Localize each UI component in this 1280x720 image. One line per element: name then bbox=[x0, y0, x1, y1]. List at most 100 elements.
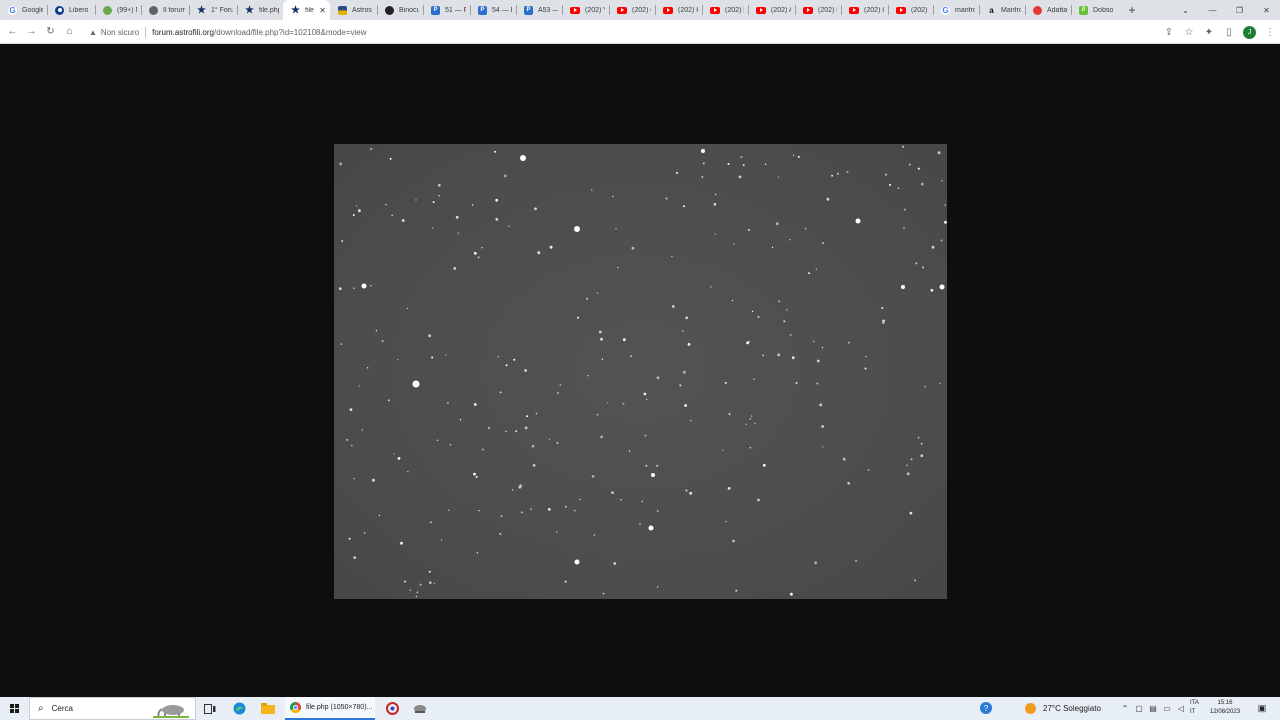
tab[interactable]: P 51 — F bbox=[423, 0, 470, 20]
reload-button[interactable]: ↻ bbox=[41, 22, 60, 42]
star bbox=[753, 378, 755, 380]
star bbox=[789, 239, 791, 241]
tray-overflow-icon[interactable]: ⌃ bbox=[1118, 704, 1132, 713]
tab-title: Adatta bbox=[1047, 6, 1067, 14]
star bbox=[881, 307, 884, 309]
tab[interactable]: Libero bbox=[47, 0, 95, 20]
weather-widget[interactable]: 27°C Soleggiato bbox=[1025, 697, 1101, 720]
tab[interactable]: Adatta bbox=[1025, 0, 1071, 20]
tab-search-icon[interactable]: ⌄ bbox=[1172, 0, 1199, 20]
network-icon[interactable]: ▭ bbox=[1160, 704, 1174, 713]
star bbox=[612, 195, 614, 198]
tab[interactable]: a Manfro bbox=[979, 0, 1025, 20]
star bbox=[515, 430, 518, 433]
tab[interactable]: G Google bbox=[0, 0, 47, 20]
star bbox=[630, 355, 633, 358]
star bbox=[683, 205, 686, 208]
task-view-icon[interactable] bbox=[200, 697, 220, 720]
file-explorer-icon[interactable] bbox=[258, 697, 278, 720]
tab[interactable]: Il forum bbox=[141, 0, 189, 20]
star bbox=[478, 509, 480, 512]
star bbox=[815, 268, 817, 270]
clock[interactable]: 15:16 12/08/2023 bbox=[1210, 699, 1240, 717]
restore-button[interactable]: ❐ bbox=[1226, 0, 1253, 20]
tray-app-icon[interactable]: ▢ bbox=[1132, 704, 1146, 713]
star bbox=[372, 478, 375, 482]
star bbox=[353, 478, 355, 480]
star bbox=[902, 145, 904, 148]
tab[interactable]: Gmanfro bbox=[933, 0, 979, 20]
tab[interactable]: (202) 2 bbox=[888, 0, 933, 20]
star bbox=[407, 470, 409, 473]
star bbox=[816, 382, 819, 385]
tab[interactable]: (202) A bbox=[748, 0, 795, 20]
back-button[interactable]: ← bbox=[3, 22, 22, 42]
browser-menu-icon[interactable]: ⋮ bbox=[1260, 22, 1280, 42]
star-field-graphic bbox=[338, 145, 947, 598]
profile-avatar[interactable]: J bbox=[1243, 25, 1256, 39]
taskbar-search[interactable]: ⌕ Cerca bbox=[29, 697, 196, 720]
url-text[interactable]: forum.astrofili.org/download/file.php?id… bbox=[152, 28, 366, 37]
tab-title: 54 — F bbox=[492, 6, 512, 14]
app-icon[interactable] bbox=[382, 697, 402, 720]
star bbox=[473, 403, 477, 406]
bookmark-star-icon[interactable]: ☆ bbox=[1179, 22, 1199, 42]
tab[interactable]: (99+) M bbox=[95, 0, 141, 20]
star bbox=[459, 419, 462, 421]
tab[interactable]: (202) H bbox=[702, 0, 748, 20]
youtube-icon bbox=[663, 6, 673, 14]
star bbox=[601, 358, 604, 360]
tab-active[interactable]: ★ file. ✕ bbox=[283, 0, 330, 20]
share-icon[interactable]: ⇪ bbox=[1159, 22, 1179, 42]
tab[interactable]: ★ 1° Foru bbox=[189, 0, 237, 20]
star bbox=[909, 511, 913, 515]
tray-app-icon[interactable]: ▤ bbox=[1146, 704, 1160, 713]
help-icon[interactable]: ? bbox=[980, 702, 992, 714]
close-window-button[interactable]: ✕ bbox=[1253, 0, 1280, 20]
security-label[interactable]: Non sicuro bbox=[101, 28, 139, 37]
tab[interactable]: P 54 — F bbox=[470, 0, 516, 20]
tab[interactable]: ★ file.php bbox=[237, 0, 283, 20]
extensions-icon[interactable]: ✦ bbox=[1199, 22, 1219, 42]
tab[interactable]: (202) Yi bbox=[562, 0, 609, 20]
app-icon[interactable] bbox=[410, 697, 430, 720]
start-button[interactable] bbox=[0, 697, 28, 720]
new-tab-button[interactable]: + bbox=[1123, 0, 1141, 20]
warning-triangle-icon[interactable]: ▲ bbox=[89, 28, 97, 37]
forward-button[interactable]: → bbox=[22, 22, 41, 42]
volume-icon[interactable]: ◁ bbox=[1174, 704, 1188, 713]
star bbox=[714, 233, 717, 235]
star bbox=[387, 399, 390, 402]
star bbox=[821, 347, 824, 349]
tab[interactable]: (202) H bbox=[655, 0, 702, 20]
tab[interactable]: P A53 — bbox=[516, 0, 562, 20]
edge-icon[interactable] bbox=[229, 697, 249, 720]
star bbox=[738, 175, 742, 179]
tab[interactable]: (202) C bbox=[609, 0, 655, 20]
sun-icon bbox=[1025, 703, 1036, 714]
star bbox=[349, 408, 353, 411]
side-panel-icon[interactable]: ▯ bbox=[1219, 22, 1239, 42]
tab[interactable]: Binocu bbox=[377, 0, 423, 20]
tab[interactable]: (202) C bbox=[841, 0, 888, 20]
star bbox=[917, 436, 920, 439]
input-language[interactable]: ITA IT bbox=[1190, 699, 1199, 717]
taskbar-chrome-window[interactable]: file.php (1050×780)... bbox=[285, 697, 375, 720]
notification-icon[interactable]: ▣ bbox=[1255, 701, 1269, 715]
star bbox=[473, 472, 476, 476]
address-bar[interactable]: ▲ Non sicuro forum.astrofili.org/downloa… bbox=[83, 22, 1201, 42]
tab[interactable]: // Dobso bbox=[1071, 0, 1117, 20]
home-button[interactable]: ⌂ bbox=[60, 22, 79, 42]
tab[interactable]: (202) L bbox=[795, 0, 841, 20]
star bbox=[639, 523, 641, 525]
star bbox=[745, 423, 747, 425]
star bbox=[944, 204, 946, 206]
star-field-image[interactable] bbox=[334, 144, 947, 599]
star bbox=[433, 582, 436, 585]
star bbox=[733, 243, 735, 245]
tab[interactable]: Astros bbox=[330, 0, 377, 20]
star bbox=[400, 541, 403, 545]
minimize-button[interactable]: — bbox=[1199, 0, 1226, 20]
star bbox=[406, 307, 409, 310]
close-tab-icon[interactable]: ✕ bbox=[319, 6, 326, 15]
